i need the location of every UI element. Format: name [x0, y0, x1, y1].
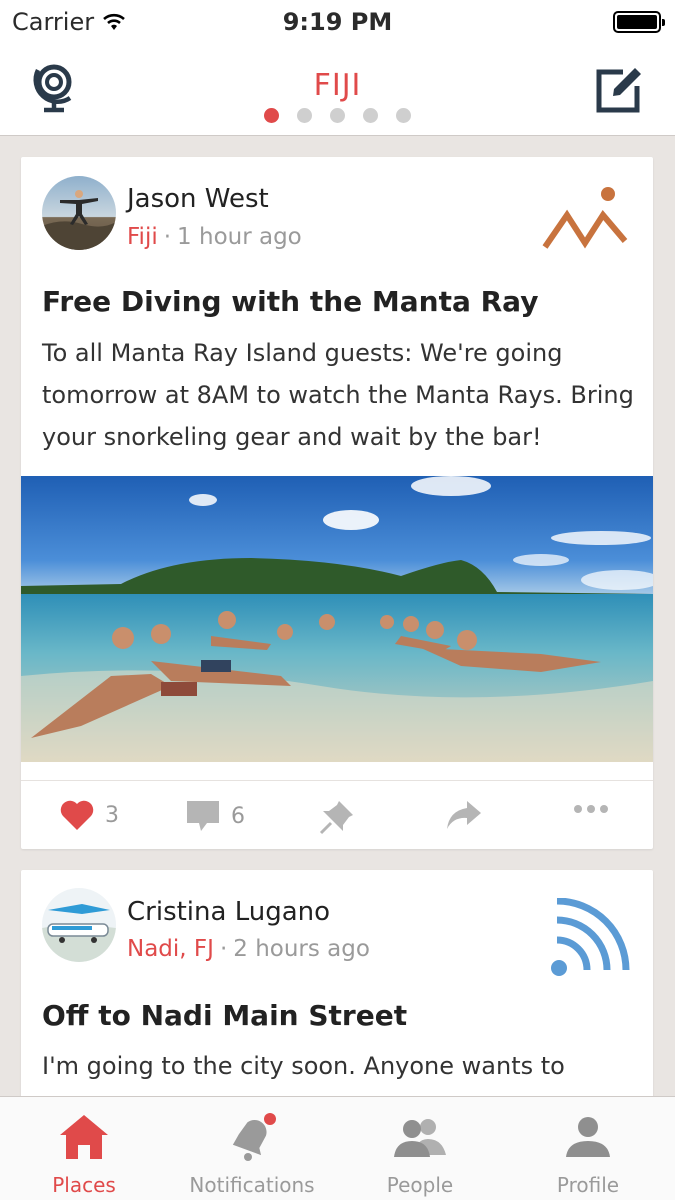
bell-icon [232, 1113, 276, 1161]
page-dot[interactable] [330, 108, 345, 123]
tab-places[interactable]: Places [0, 1097, 168, 1200]
avatar[interactable] [42, 176, 116, 250]
battery-icon [613, 11, 665, 33]
broadcast-icon [551, 898, 630, 976]
people-icon [394, 1119, 446, 1157]
post-photo[interactable] [21, 476, 653, 762]
status-bar: Carrier 9:19 PM [0, 0, 675, 44]
post-card[interactable]: Jason West Fiji · 1 hour ago Free Diving w… [21, 157, 653, 849]
avatar[interactable] [42, 888, 116, 962]
post-title[interactable]: Free Diving with the Manta Ray [42, 285, 538, 318]
meta-separator: · [163, 224, 172, 250]
post-feed[interactable]: Jason West Fiji · 1 hour ago Free Diving w… [0, 136, 675, 1096]
house-icon [60, 1115, 108, 1159]
meta-separator: · [219, 936, 228, 962]
like-count: 3 [105, 802, 119, 828]
tab-label: Profile [556, 1173, 620, 1197]
author-name[interactable]: Cristina Lugano [127, 897, 330, 927]
person-icon [566, 1117, 610, 1157]
post-meta: Fiji · 1 hour ago [127, 224, 302, 250]
post-actions: 3 6 [21, 780, 653, 849]
comment-count: 6 [231, 803, 245, 829]
tab-notifications[interactable]: Notifications [168, 1097, 336, 1200]
page-dot[interactable] [396, 108, 411, 123]
pin-icon [319, 801, 353, 835]
post-location[interactable]: Nadi, FJ [127, 936, 214, 962]
like-button[interactable]: 3 [59, 799, 119, 831]
share-icon [447, 801, 481, 829]
compose-icon[interactable] [595, 64, 645, 114]
heart-icon [60, 800, 94, 830]
tab-label: Notifications [189, 1173, 315, 1197]
post-location[interactable]: Fiji [127, 224, 158, 250]
author-name[interactable]: Jason West [127, 184, 269, 214]
post-body: I'm going to the city soon. Anyone wants… [42, 1052, 565, 1080]
tab-people[interactable]: People [336, 1097, 504, 1200]
status-time: 9:19 PM [282, 8, 393, 36]
page-dot[interactable] [264, 108, 279, 123]
post-title[interactable]: Off to Nadi Main Street [42, 999, 407, 1032]
tab-label: People [386, 1173, 454, 1197]
post-time: 2 hours ago [233, 936, 370, 962]
navigation-bar: FIJI [0, 44, 675, 136]
page-indicator[interactable] [0, 108, 675, 123]
pin-button[interactable] [319, 799, 355, 835]
more-button[interactable] [573, 803, 609, 815]
page-title: FIJI [313, 68, 362, 103]
post-meta: Nadi, FJ · 2 hours ago [127, 936, 370, 962]
more-icon [574, 805, 608, 813]
tab-label: Places [52, 1173, 116, 1197]
mountains-icon [542, 187, 628, 249]
page-dot[interactable] [363, 108, 378, 123]
post-time: 1 hour ago [177, 224, 302, 250]
comment-icon [187, 801, 219, 831]
share-button[interactable] [445, 799, 483, 831]
comment-button[interactable]: 6 [185, 799, 245, 833]
post-body: To all Manta Ray Island guests: We're go… [42, 339, 634, 451]
tab-profile[interactable]: Profile [504, 1097, 672, 1200]
page-dot[interactable] [297, 108, 312, 123]
tab-bar: Places Notifications People Profile [0, 1096, 675, 1200]
post-card[interactable]: Cristina Lugano Nadi, FJ · 2 hours ago Off… [21, 870, 653, 1096]
